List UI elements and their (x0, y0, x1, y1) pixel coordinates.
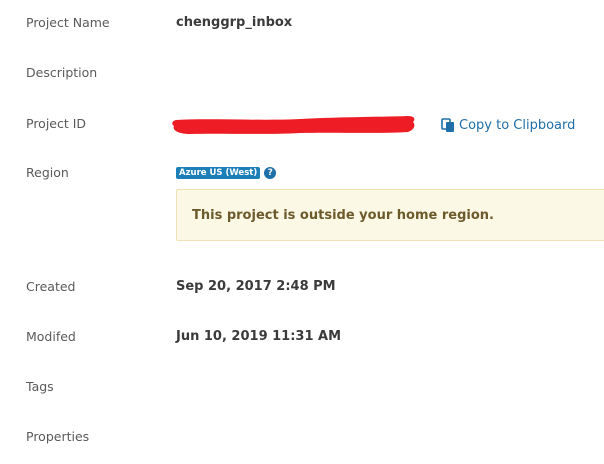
project-details-panel: Project Name chenggrp_inbox Description … (0, 0, 604, 464)
tags-label: Tags (26, 379, 54, 394)
modified-value: Jun 10, 2019 11:31 AM (176, 329, 342, 344)
copy-to-clipboard-link[interactable]: Copy to Clipboard (441, 116, 575, 134)
project-name-value: chenggrp_inbox (176, 15, 293, 30)
description-label: Description (26, 65, 98, 80)
question-circle-icon[interactable]: ? (264, 167, 277, 179)
project-id-label: Project ID (26, 116, 87, 131)
region-badge: Azure US (West) (176, 167, 261, 179)
copy-to-clipboard-label: Copy to Clipboard (459, 117, 576, 133)
modified-label: Modifed (26, 329, 76, 344)
region-label: Region (26, 165, 69, 180)
project-id-redaction (172, 116, 415, 134)
region-value: Azure US (West) ? (176, 166, 277, 180)
created-value: Sep 20, 2017 2:48 PM (176, 279, 336, 294)
region-notice: This project is outside your home region… (176, 189, 604, 241)
project-name-label: Project Name (26, 15, 110, 30)
properties-label: Properties (26, 429, 90, 444)
clipboard-icon (441, 117, 454, 132)
region-notice-text: This project is outside your home region… (192, 207, 494, 223)
created-label: Created (26, 279, 76, 294)
